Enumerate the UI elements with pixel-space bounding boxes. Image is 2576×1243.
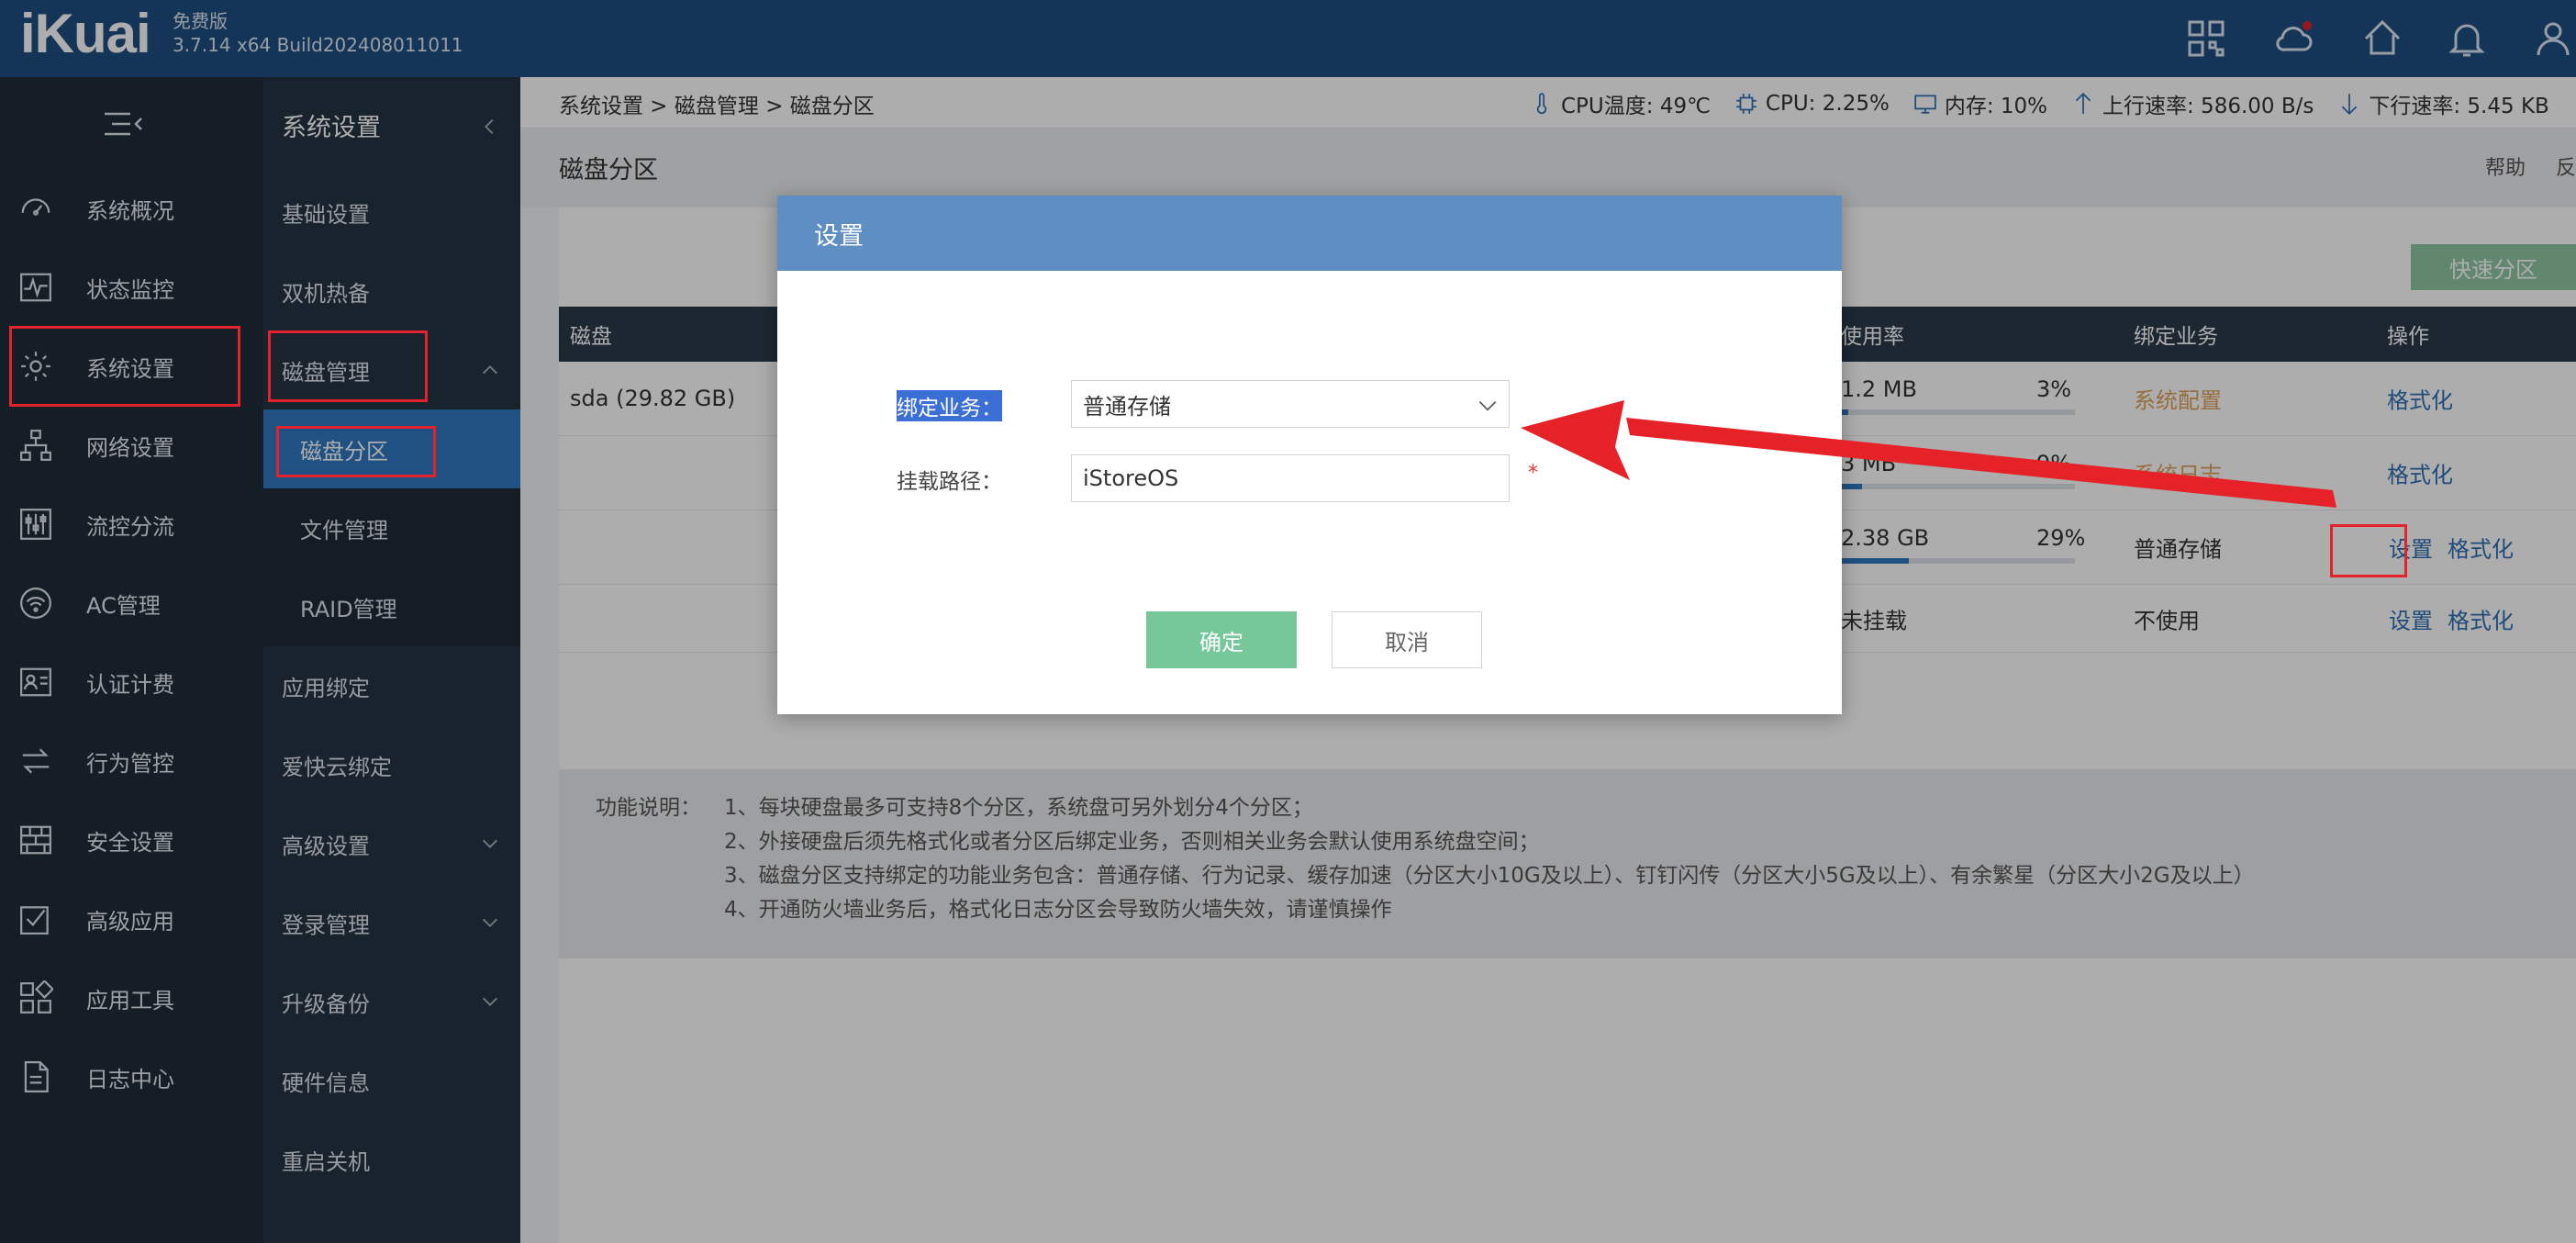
chevron-down-icon (1478, 401, 1497, 411)
annotation-box-disk-partition (276, 426, 436, 477)
binding-select-value: 普通存储 (1083, 393, 1171, 420)
mount-path-input[interactable]: iStoreOS (1071, 454, 1510, 502)
settings-dialog: 设置 绑定业务： 普通存储 挂载路径： iStoreOS * 确定 取消 (777, 196, 1842, 714)
annotation-box-settings-link (2330, 524, 2407, 577)
required-mark: * (1528, 462, 1538, 485)
annotation-box-system-settings (9, 326, 240, 407)
binding-select[interactable]: 普通存储 (1071, 380, 1510, 428)
cancel-button[interactable]: 取消 (1332, 611, 1482, 668)
mount-path-label: 挂载路径： (897, 470, 1002, 494)
dialog-title: 设置 (777, 196, 1842, 271)
mount-path-value: iStoreOS (1083, 465, 1179, 491)
confirm-button[interactable]: 确定 (1146, 611, 1297, 668)
annotation-box-disk-management (268, 330, 428, 402)
binding-label: 绑定业务： (897, 390, 1002, 421)
